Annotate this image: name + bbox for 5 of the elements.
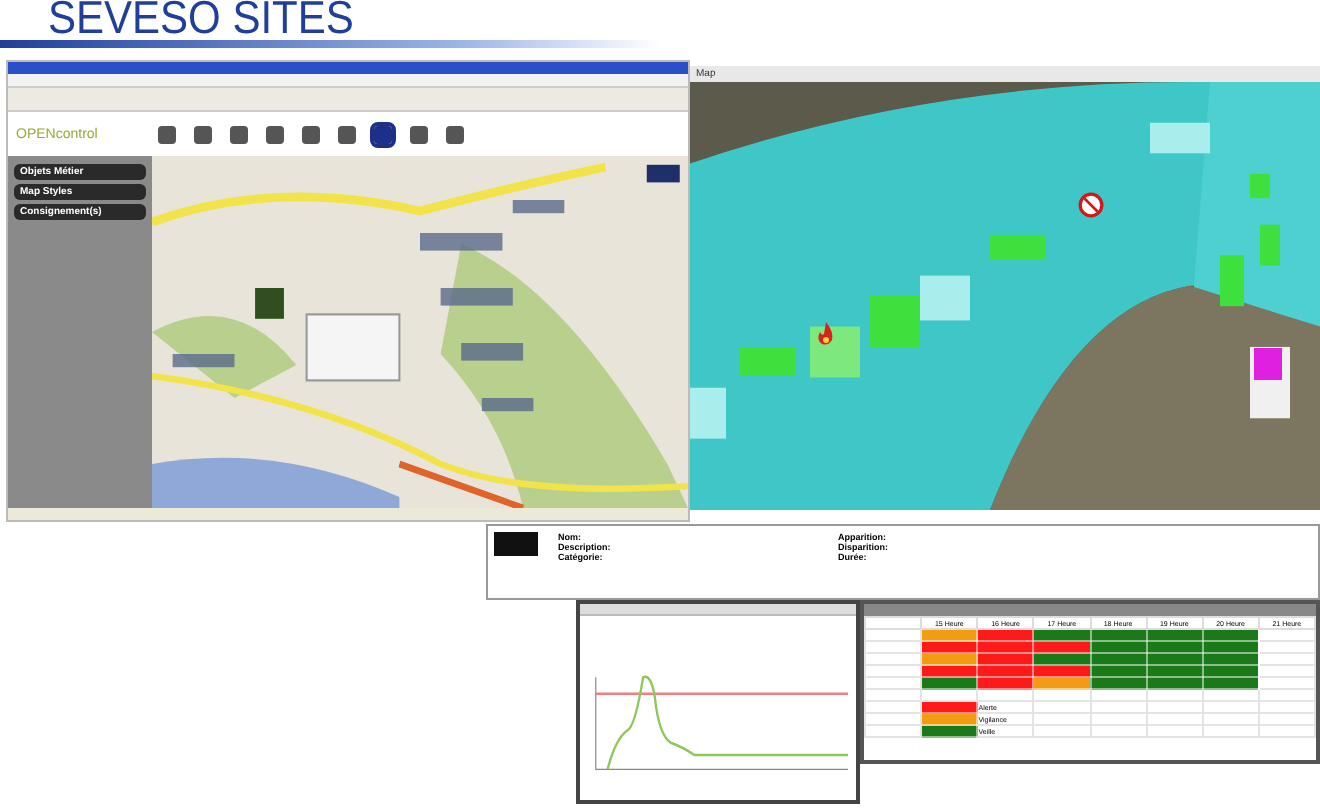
fire-icon [816, 322, 836, 346]
slide-title: SEVESO SITES [48, 0, 356, 42]
marker-icon [1254, 348, 1282, 380]
photo-placeholder [494, 532, 538, 556]
no-entry-icon [1078, 192, 1104, 218]
